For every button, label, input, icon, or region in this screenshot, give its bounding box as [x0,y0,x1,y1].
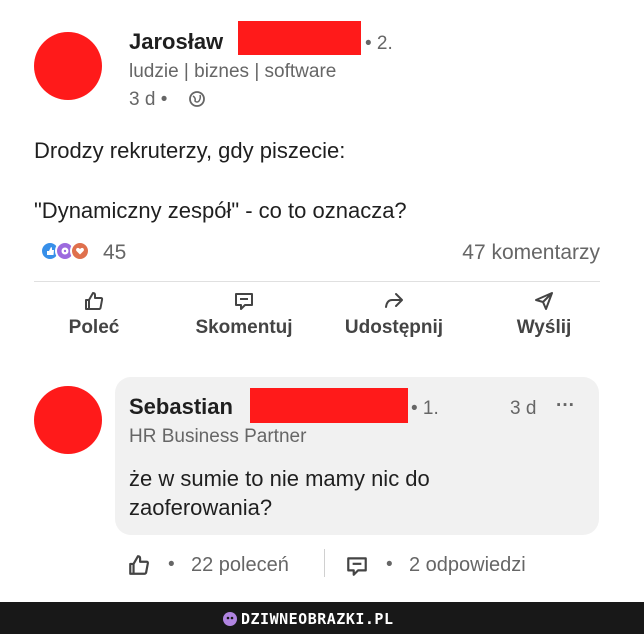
send-icon [535,292,553,310]
comment-author-redaction [250,388,408,423]
reaction-icons[interactable] [40,241,90,261]
comment-button[interactable]: Skomentuj [179,290,309,337]
share-button[interactable]: Udostępnij [329,290,459,337]
post-text-line-2: "Dynamiczny zespół" - co to oznacza? [34,198,407,223]
separator-dot: • [168,554,175,575]
send-button[interactable]: Wyślij [479,290,609,337]
comment-author-name[interactable]: Sebastian [129,396,233,418]
post-author-avatar[interactable] [34,32,102,100]
send-label: Wyślij [516,317,572,338]
comment-text-line-2: zaoferowania? [129,495,273,520]
post-timestamp: 3 d • [129,89,168,110]
reaction-count[interactable]: 45 [103,242,126,263]
love-reaction-icon [70,241,90,261]
post-author-headline: ludzie | biznes | software [129,61,337,82]
post-connection-degree: • 2. [365,33,393,54]
divider [324,549,325,577]
comment-like-button[interactable] [126,553,152,582]
share-arrow-icon [385,293,403,308]
comment-timestamp: 3 d [510,398,537,419]
brand-logo-icon [222,611,238,632]
thumbs-up-icon [129,555,149,575]
comment-icon [235,293,253,310]
comment-author-avatar[interactable] [34,386,102,454]
like-label: Poleć [68,317,120,338]
comment-text-line-1: że w sumie to nie mamy nic do [129,466,430,491]
comment-label: Skomentuj [195,317,293,338]
share-label: Udostępnij [344,317,444,338]
comments-count[interactable]: 47 komentarzy [462,242,600,263]
comment-author-headline: HR Business Partner [129,426,307,447]
globe-icon [188,90,206,113]
separator-dot: • [386,554,393,575]
divider [34,281,600,282]
post-text-line-1: Drodzy rekruterzy, gdy piszecie: [34,138,346,163]
comment-connection-degree: • 1. [411,398,439,419]
like-button[interactable]: Poleć [29,290,159,337]
thumbs-up-icon [85,292,104,310]
post-author-redaction [238,21,361,55]
more-options-icon[interactable]: ··· [556,396,575,415]
post-author-name[interactable]: Jarosław [129,31,223,53]
comment-icon [347,557,367,576]
comment-replies-count[interactable]: 2 odpowiedzi [409,555,526,575]
comment-reply-button[interactable] [344,554,370,583]
watermark-brand: DZIWNEOBRAZKI.PL [241,610,394,628]
comment-likes-count[interactable]: 22 poleceń [191,555,289,575]
